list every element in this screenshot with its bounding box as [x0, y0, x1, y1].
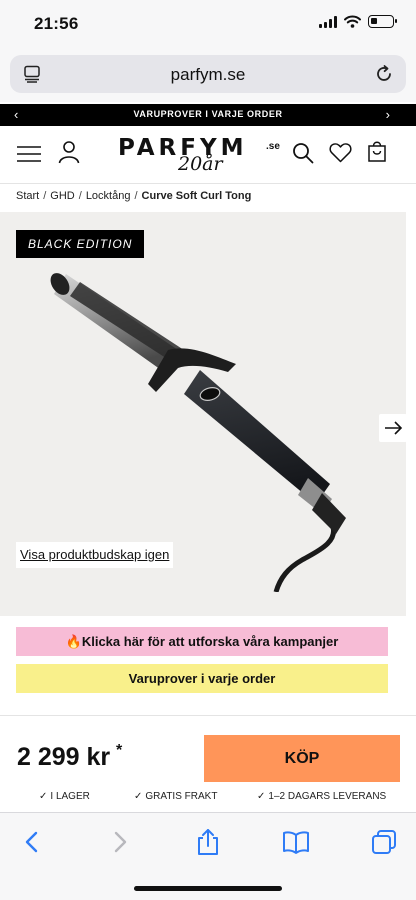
- menu-icon[interactable]: [16, 144, 42, 164]
- breadcrumb-separator: /: [43, 190, 47, 202]
- logo-anniversary: 20år: [178, 153, 223, 175]
- usp-label: I LAGER: [50, 791, 90, 802]
- product-photo: [50, 273, 346, 592]
- share-icon[interactable]: [194, 828, 222, 856]
- status-bar: 21:56: [0, 0, 416, 50]
- promo-next-arrow-icon[interactable]: ›: [386, 107, 390, 122]
- cart-icon[interactable]: [367, 140, 387, 163]
- promo-text: VARUPROVER I VARJE ORDER: [133, 109, 283, 119]
- price-marker: *: [116, 742, 123, 759]
- breadcrumb-separator: /: [134, 190, 138, 202]
- reshow-product-message-link[interactable]: Visa produktbudskap igen: [16, 542, 174, 568]
- buy-button[interactable]: KÖP: [204, 735, 400, 782]
- forward-icon[interactable]: [106, 828, 134, 856]
- check-icon: ✓: [134, 791, 143, 802]
- logo-tld: .se: [266, 141, 280, 152]
- product-price: 2 299 kr: [17, 743, 111, 771]
- breadcrumb-link-start[interactable]: Start: [16, 190, 39, 202]
- usp-item: ✓ I LAGER: [39, 791, 90, 802]
- gallery-next-arrow-icon[interactable]: [379, 414, 407, 442]
- home-indicator: [134, 886, 282, 891]
- check-icon: ✓: [257, 791, 266, 802]
- usp-label: GRATIS FRAKT: [145, 791, 218, 802]
- wifi-icon: [344, 15, 361, 28]
- status-icons: [319, 15, 397, 28]
- browser-address-area: parfym.se: [0, 50, 416, 102]
- usp-item: ✓ 1–2 DAGARS LEVERANS: [257, 791, 386, 802]
- usp-label: 1–2 DAGARS LEVERANS: [268, 791, 387, 802]
- usp-item: ✓ GRATIS FRAKT: [134, 791, 217, 802]
- product-image-gallery[interactable]: BLACK EDITION Visa produktbudskap igen: [0, 212, 406, 616]
- user-icon[interactable]: [58, 140, 80, 164]
- url-text[interactable]: parfym.se: [10, 65, 406, 85]
- heart-icon[interactable]: [329, 142, 352, 163]
- bookmarks-icon[interactable]: [282, 828, 310, 856]
- site-logo[interactable]: PARFYM .se 20år: [118, 135, 288, 175]
- breadcrumb-link-ghd[interactable]: GHD: [50, 190, 74, 202]
- promo-bar: ‹ VARUPROVER I VARJE ORDER ›: [0, 104, 416, 126]
- breadcrumb-current: Curve Soft Curl Tong: [141, 190, 252, 202]
- tabs-icon[interactable]: [370, 828, 398, 856]
- usp-row: ✓ I LAGER ✓ GRATIS FRAKT ✓ 1–2 DAGARS LEVER…: [0, 791, 416, 807]
- breadcrumb-separator: /: [78, 190, 82, 202]
- buy-panel: 2 299 kr * KÖP ✓ I LAGER ✓ GRATIS FRAKT ✓ 1…: [0, 715, 416, 815]
- samples-banner[interactable]: Varuprover i varje order: [16, 664, 388, 693]
- address-bar[interactable]: parfym.se: [10, 55, 406, 93]
- status-time: 21:56: [34, 14, 79, 33]
- breadcrumb: Start / GHD / Locktång / Curve Soft Curl Tong: [16, 190, 251, 202]
- check-icon: ✓: [39, 791, 48, 802]
- reload-icon[interactable]: [374, 64, 394, 84]
- breadcrumb-link-locktang[interactable]: Locktång: [86, 190, 131, 202]
- back-icon[interactable]: [18, 828, 46, 856]
- campaign-banner-button[interactable]: 🔥Klicka här för att utforska våra kampan…: [16, 627, 388, 656]
- site-header: PARFYM .se 20år: [0, 126, 416, 184]
- search-icon[interactable]: [292, 142, 314, 164]
- battery-icon: [368, 15, 397, 28]
- signal-icon: [319, 15, 337, 28]
